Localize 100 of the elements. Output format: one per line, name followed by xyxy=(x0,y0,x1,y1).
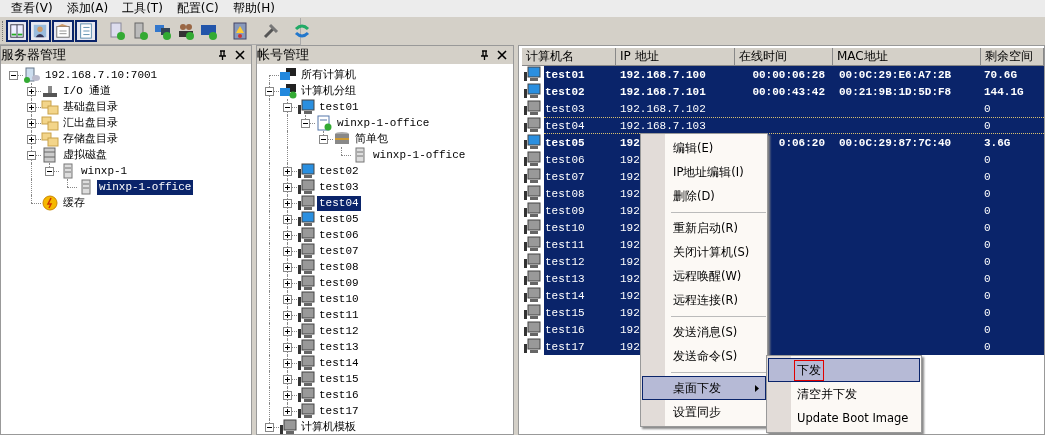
expand-toggle[interactable] xyxy=(283,375,292,384)
pin-icon[interactable] xyxy=(480,49,489,61)
expand-toggle[interactable] xyxy=(283,199,292,208)
tree-item[interactable]: 192.168.7.10:7001 xyxy=(43,67,160,83)
expand-toggle[interactable] xyxy=(283,183,292,192)
expand-toggle[interactable] xyxy=(283,167,292,176)
card-icon xyxy=(54,21,71,40)
tree-item[interactable]: winxp-1-office xyxy=(97,179,194,195)
tree-item[interactable]: 简单包 xyxy=(353,131,390,147)
toolbar-button[interactable] xyxy=(51,19,74,42)
expand-toggle[interactable] xyxy=(265,87,274,96)
table-row[interactable]: test01 192.168.7.100 00:00:06:28 00:0C:29:E6:A7:2B 70.6G xyxy=(544,66,1044,83)
close-icon[interactable] xyxy=(235,50,245,60)
expand-toggle[interactable] xyxy=(283,407,292,416)
tree-item[interactable]: test04 xyxy=(317,195,361,211)
expand-toggle[interactable] xyxy=(283,391,292,400)
expand-toggle[interactable] xyxy=(283,215,292,224)
tree-item[interactable]: test05 xyxy=(317,211,361,227)
tree-item[interactable]: test16 xyxy=(317,387,361,403)
tree-item[interactable]: winxp-1 xyxy=(79,163,130,179)
tree-item[interactable]: test13 xyxy=(317,339,361,355)
expand-toggle[interactable] xyxy=(283,343,292,352)
expand-toggle[interactable] xyxy=(9,71,18,80)
table-cell: test08 xyxy=(545,187,585,200)
table-cell: 192 xyxy=(620,238,640,251)
expand-toggle[interactable] xyxy=(45,167,54,176)
tree-item[interactable]: test03 xyxy=(317,179,361,195)
expand-toggle[interactable] xyxy=(319,135,328,144)
tree-item[interactable]: test07 xyxy=(317,243,361,259)
table-cell: 0 xyxy=(984,187,991,200)
menu-item[interactable]: 配置(C) xyxy=(176,1,219,16)
table-cell: 192 xyxy=(620,221,640,234)
expand-toggle[interactable] xyxy=(283,279,292,288)
table-row[interactable]: test04 192.168.7.103 0 xyxy=(544,117,1044,134)
menu-item[interactable]: 查看(V) xyxy=(11,1,53,16)
table-cell: test01 xyxy=(545,68,585,81)
table-cell: test09 xyxy=(545,204,585,217)
menu-item[interactable]: 下发 xyxy=(768,358,920,382)
tree-item[interactable]: test11 xyxy=(317,307,361,323)
disk-stack-icon xyxy=(41,147,59,163)
close-icon[interactable] xyxy=(497,50,507,60)
menu-item[interactable]: 桌面下发 xyxy=(642,376,766,400)
tree-item[interactable]: test14 xyxy=(317,355,361,371)
tree-item[interactable]: test02 xyxy=(317,163,361,179)
expand-toggle[interactable] xyxy=(283,263,292,272)
expand-toggle[interactable] xyxy=(283,231,292,240)
menu-item[interactable]: 工具(T) xyxy=(122,1,163,16)
menu-item[interactable]: 设置同步 xyxy=(642,400,766,424)
table-cell: 192 xyxy=(620,323,640,336)
tree-item[interactable]: 虚拟磁盘 xyxy=(61,147,109,163)
server-icon xyxy=(23,67,41,83)
toolbar-button[interactable] xyxy=(28,19,51,42)
expand-toggle[interactable] xyxy=(283,359,292,368)
expand-toggle[interactable] xyxy=(27,151,36,160)
expand-toggle[interactable] xyxy=(301,119,310,128)
expand-toggle[interactable] xyxy=(283,311,292,320)
tree-item[interactable]: test12 xyxy=(317,323,361,339)
table-cell: 0 xyxy=(984,255,991,268)
expand-toggle[interactable] xyxy=(27,87,36,96)
tree-item[interactable]: test15 xyxy=(317,371,361,387)
menu-item[interactable]: 添加(A) xyxy=(66,1,109,16)
toolbar-button[interactable] xyxy=(5,19,28,42)
expand-toggle[interactable] xyxy=(283,327,292,336)
expand-toggle[interactable] xyxy=(283,103,292,112)
table-cell: test13 xyxy=(545,272,585,285)
device-icon xyxy=(41,83,59,99)
menu-item[interactable]: 清空并下发 xyxy=(768,382,920,406)
tree-item[interactable]: 基础盘目录 xyxy=(61,99,120,115)
table-cell: test12 xyxy=(545,255,585,268)
expand-toggle[interactable] xyxy=(27,103,36,112)
tree-item[interactable]: test09 xyxy=(317,275,361,291)
expand-toggle[interactable] xyxy=(265,423,274,432)
pin-icon[interactable] xyxy=(218,49,227,61)
expand-toggle[interactable] xyxy=(27,119,36,128)
toolbar-button[interactable] xyxy=(74,19,97,42)
tree-item[interactable]: 存储盘目录 xyxy=(61,131,120,147)
tree-item[interactable]: winxp-1-office xyxy=(335,115,432,131)
tree-item[interactable]: winxp-1-office xyxy=(371,147,468,163)
table-cell: 0 xyxy=(984,289,991,302)
menu-item[interactable]: Update Boot Image xyxy=(768,406,920,430)
tree-item[interactable]: 所有计算机 xyxy=(299,67,358,83)
table-row[interactable]: test02 192.168.7.101 00:00:43:42 00:21:9B:1D:5D:F8 144.1G xyxy=(544,83,1044,100)
tree-item[interactable]: test06 xyxy=(317,227,361,243)
tree-item[interactable]: test10 xyxy=(317,291,361,307)
table-cell: test07 xyxy=(545,170,585,183)
tree-item[interactable]: 计算机模板 xyxy=(299,419,358,434)
menu-item[interactable]: 帮助(H) xyxy=(232,1,275,16)
tree-item[interactable]: 缓存 xyxy=(61,195,87,211)
tree-item[interactable]: 计算机分组 xyxy=(299,83,358,99)
tree-item[interactable]: I/O 通道 xyxy=(61,83,114,99)
table-row[interactable]: test03 192.168.7.102 0 xyxy=(544,100,1044,117)
table-cell: 0 xyxy=(984,153,991,166)
expand-toggle[interactable] xyxy=(27,135,36,144)
tree-item[interactable]: test08 xyxy=(317,259,361,275)
tree-item[interactable]: test17 xyxy=(317,403,361,419)
tree-item[interactable]: test01 xyxy=(317,99,361,115)
expand-toggle[interactable] xyxy=(283,247,292,256)
tree-item[interactable]: 汇出盘目录 xyxy=(61,115,120,131)
list-icon xyxy=(77,21,94,40)
expand-toggle[interactable] xyxy=(283,295,292,304)
